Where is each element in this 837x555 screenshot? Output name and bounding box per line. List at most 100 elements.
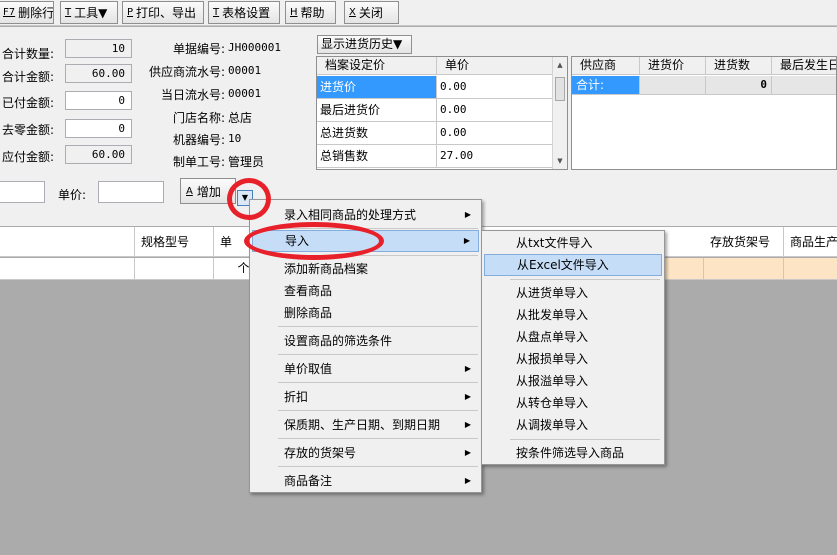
menu-separator xyxy=(278,382,478,383)
import-from-purchase-order[interactable]: 从进货单导入 xyxy=(484,282,662,304)
import-from-wholesale-order[interactable]: 从批发单导入 xyxy=(484,304,662,326)
toolbar: F7 删除行 T 工具▼ P 打印、导出 T 表格设置 H 帮助 X 关闭 xyxy=(0,0,837,26)
menu-item-filter-conditions[interactable]: 设置商品的筛选条件 xyxy=(252,330,479,352)
submenu-arrow-icon: ▶ xyxy=(464,476,471,485)
help-button[interactable]: H 帮助 xyxy=(285,1,336,24)
price-grid-scrollbar[interactable]: ▲ ▼ xyxy=(552,57,567,169)
menu-separator xyxy=(278,228,478,229)
menu-separator xyxy=(510,439,660,440)
import-from-inventory-order[interactable]: 从盘点单导入 xyxy=(484,326,662,348)
menu-item-discount[interactable]: 折扣 ▶ xyxy=(252,386,479,408)
menu-item-view-product[interactable]: 查看商品 xyxy=(252,280,479,302)
daily-serial-label: 当日流水号: xyxy=(160,88,225,102)
supplier-total-label: 合计: xyxy=(572,76,640,95)
payable-label: 应付金额: xyxy=(2,150,55,164)
total-amount-label: 合计金额: xyxy=(2,70,55,84)
close-button[interactable]: X 关闭 xyxy=(344,1,399,24)
dropdown-arrow-icon: ▼ xyxy=(241,193,249,202)
doc-no-label: 单据编号: xyxy=(172,42,225,56)
menu-item-delete-product[interactable]: 删除商品 xyxy=(252,302,479,324)
import-from-allocation-order[interactable]: 从调拨单导入 xyxy=(484,414,662,436)
last-date-header[interactable]: 最后发生日 xyxy=(772,57,836,75)
price-grid-row[interactable]: 进货价 0.00 xyxy=(317,76,553,99)
price-grid-row[interactable]: 总销售数 27.00 xyxy=(317,145,553,168)
submenu-arrow-icon: ▶ xyxy=(464,210,471,219)
grid-cell[interactable] xyxy=(704,258,784,279)
import-submenu: 从txt文件导入 从Excel文件导入 从进货单导入 从批发单导入 从盘点单导入… xyxy=(481,230,665,465)
submenu-arrow-icon: ▶ xyxy=(464,420,471,429)
price-grid-header-preset[interactable]: 档案设定价 xyxy=(317,57,437,75)
menu-separator xyxy=(278,354,478,355)
menu-separator xyxy=(278,466,478,467)
grid-header-unit[interactable]: 单 xyxy=(214,227,254,257)
price-grid-header-unit-price[interactable]: 单价 xyxy=(437,57,553,75)
tools-menu-button[interactable]: T 工具▼ xyxy=(60,1,118,24)
import-from-loss-report[interactable]: 从报损单导入 xyxy=(484,348,662,370)
add-options-context-menu: 录入相同商品的处理方式 ▶ 导入 ▶ 添加新商品档案 查看商品 删除商品 设置商品的… xyxy=(249,199,482,493)
import-by-filter-conditions[interactable]: 按条件筛选导入商品 xyxy=(484,442,662,464)
menu-separator xyxy=(278,326,478,327)
supplier-serial-value: 00001 xyxy=(228,64,262,77)
menu-separator xyxy=(278,438,478,439)
price-grid-row[interactable]: 最后进货价 0.00 xyxy=(317,99,553,122)
rounding-field[interactable]: 0 xyxy=(65,119,132,138)
import-from-excel[interactable]: 从Excel文件导入 xyxy=(484,254,662,276)
show-purchase-history-button[interactable]: 显示进货历史▼ xyxy=(317,35,412,54)
total-qty-field[interactable]: 10 xyxy=(65,39,132,58)
menu-item-add-product-record[interactable]: 添加新商品档案 xyxy=(252,258,479,280)
grid-header-production[interactable]: 商品生产 xyxy=(784,227,837,257)
scroll-down-arrow-icon[interactable]: ▼ xyxy=(553,154,567,168)
menu-item-shelf-number[interactable]: 存放的货架号 ▶ xyxy=(252,442,479,464)
daily-serial-value: 00001 xyxy=(228,87,262,100)
unit-price-label: 单价: xyxy=(58,188,87,202)
quantity-input[interactable] xyxy=(0,181,45,203)
grid-header-spec[interactable]: 规格型号 xyxy=(135,227,214,257)
menu-item-same-product-handling[interactable]: 录入相同商品的处理方式 ▶ xyxy=(252,204,479,226)
menu-item-unit-price-source[interactable]: 单价取值 ▶ xyxy=(252,358,479,380)
payable-field[interactable]: 60.00 xyxy=(65,145,132,164)
maker-label: 制单工号: xyxy=(172,155,225,169)
submenu-arrow-icon: ▶ xyxy=(464,448,471,457)
supplier-header[interactable]: 供应商 xyxy=(572,57,640,75)
table-settings-button[interactable]: T 表格设置 xyxy=(208,1,280,24)
machine-label: 机器编号: xyxy=(172,133,225,147)
paid-label: 已付金额: xyxy=(2,96,55,110)
purchase-price-header[interactable]: 进货价 xyxy=(640,57,706,75)
menu-item-shelf-life-dates[interactable]: 保质期、生产日期、到期日期 ▶ xyxy=(252,414,479,436)
store-value: 总店 xyxy=(228,111,253,125)
scroll-thumb[interactable] xyxy=(555,77,565,101)
rounding-label: 去零金额: xyxy=(2,123,55,137)
grid-cell-unit[interactable]: 个 xyxy=(214,258,254,279)
doc-no-value: JH000001 xyxy=(228,41,281,54)
menu-separator xyxy=(278,255,478,256)
store-label: 门店名称: xyxy=(172,111,225,125)
unit-price-input[interactable] xyxy=(98,181,164,203)
price-grid: 档案设定价 单价 进货价 0.00 最后进货价 0.00 总进货数 0.00 总销售数… xyxy=(316,56,568,170)
supplier-total-date xyxy=(772,76,836,95)
supplier-serial-label: 供应商流水号: xyxy=(148,65,225,79)
delete-row-button[interactable]: F7 删除行 xyxy=(0,1,54,24)
supplier-total-qty: 0 xyxy=(706,76,772,95)
price-grid-row[interactable]: 总进货数 0.00 xyxy=(317,122,553,145)
grid-header-shelf[interactable]: 存放货架号 xyxy=(704,227,784,257)
scroll-up-arrow-icon[interactable]: ▲ xyxy=(553,58,567,72)
grid-cell[interactable] xyxy=(135,258,214,279)
import-from-surplus-report[interactable]: 从报溢单导入 xyxy=(484,370,662,392)
purchase-qty-header[interactable]: 进货数 xyxy=(706,57,772,75)
grid-cell[interactable] xyxy=(0,258,135,279)
menu-separator xyxy=(278,410,478,411)
menu-separator xyxy=(510,279,660,280)
supplier-history-grid: 供应商 进货价 进货数 最后发生日 合计: 0 xyxy=(571,56,837,170)
grid-cell[interactable] xyxy=(784,258,837,279)
grid-cell[interactable] xyxy=(660,258,704,279)
menu-item-import[interactable]: 导入 ▶ xyxy=(252,230,479,252)
grid-header-blank xyxy=(0,227,135,257)
menu-item-product-notes[interactable]: 商品备注 ▶ xyxy=(252,470,479,492)
paid-field[interactable]: 0 xyxy=(65,91,132,110)
maker-value: 管理员 xyxy=(228,155,265,169)
add-button[interactable]: A 增加 xyxy=(180,178,236,204)
import-from-txt[interactable]: 从txt文件导入 xyxy=(484,232,662,254)
total-amount-field[interactable]: 60.00 xyxy=(65,64,132,83)
import-from-warehouse-transfer[interactable]: 从转仓单导入 xyxy=(484,392,662,414)
print-export-button[interactable]: P 打印、导出 xyxy=(122,1,204,24)
